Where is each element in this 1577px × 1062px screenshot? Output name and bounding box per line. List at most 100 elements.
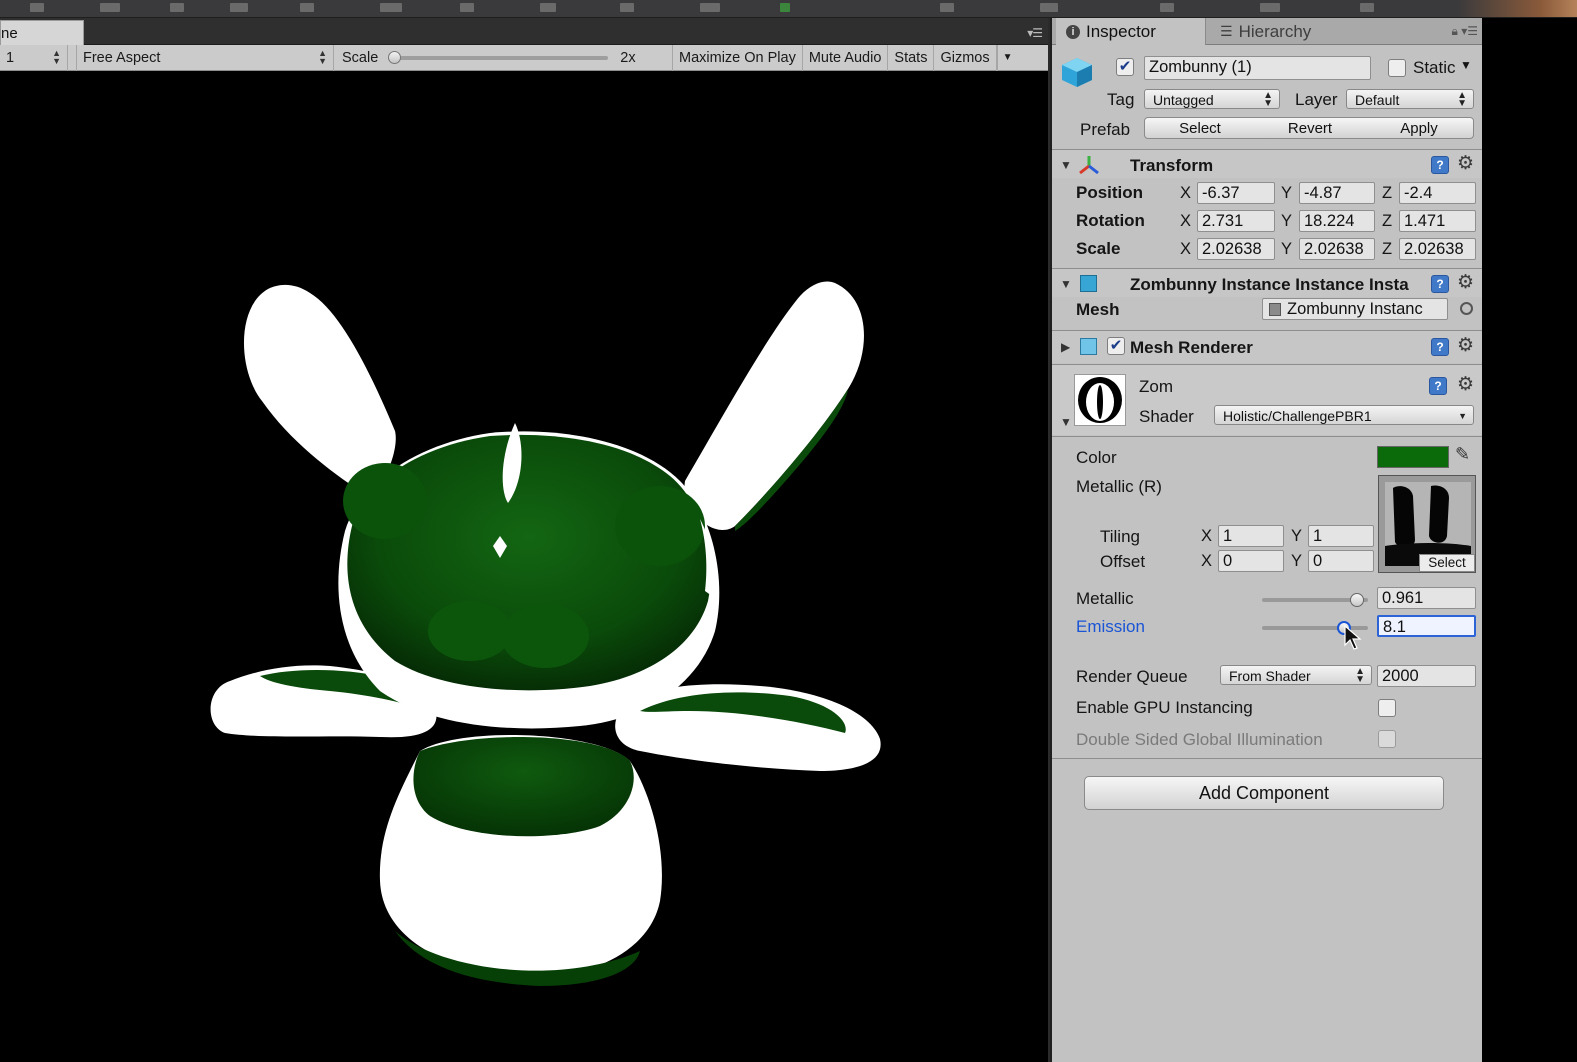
tab-game[interactable]: ne	[0, 20, 84, 45]
prefab-apply-button[interactable]: Apply	[1365, 117, 1474, 139]
list-icon: ☰	[1220, 23, 1233, 39]
mesh-object-field[interactable]: Zombunny Instanc	[1262, 298, 1448, 320]
axis-y-label: Y	[1291, 527, 1303, 545]
mesh-filter-header[interactable]: ▼ Zombunny Instance Instance Insta ? ⚙	[1052, 269, 1484, 297]
scale-label: Scale	[1076, 239, 1121, 258]
tag-dropdown[interactable]: Untagged ▲ ▼	[1144, 89, 1280, 109]
tab-menu-icon[interactable]: ▾☰	[1027, 26, 1043, 40]
tab-inspector[interactable]: i Inspector	[1056, 18, 1206, 45]
metallic-value-field[interactable]: 0.961	[1377, 587, 1476, 609]
game-viewport[interactable]	[0, 71, 1048, 1062]
axis-z-label: Z	[1382, 240, 1393, 258]
static-dropdown-icon[interactable]: ▼	[1460, 58, 1472, 72]
foldout-open-icon[interactable]: ▼	[1060, 415, 1072, 429]
axis-x-label: X	[1180, 240, 1192, 258]
layer-label: Layer	[1295, 90, 1338, 109]
axis-x-label: X	[1201, 527, 1213, 545]
help-icon[interactable]: ?	[1431, 275, 1449, 293]
tab-inspector-label: Inspector	[1086, 21, 1156, 41]
metallic-slider[interactable]	[1262, 593, 1368, 607]
scale-slider-thumb[interactable]	[388, 50, 402, 64]
emission-value-field[interactable]: 8.1	[1377, 615, 1476, 637]
object-picker-icon[interactable]	[1460, 302, 1473, 315]
tab-hierarchy-label: Hierarchy	[1238, 21, 1312, 41]
scale-slider[interactable]	[388, 50, 609, 64]
lock-icon[interactable]: 🔒︎ ▾☰	[1452, 24, 1479, 39]
rotation-z-field[interactable]: 1.471	[1399, 210, 1476, 232]
mesh-renderer-enabled-checkbox[interactable]: ✔	[1107, 337, 1125, 355]
axis-y-label: Y	[1281, 184, 1293, 202]
shader-dropdown[interactable]: Holistic/ChallengePBR1 ▼	[1214, 405, 1474, 425]
axis-z-label: Z	[1382, 212, 1393, 230]
eyedropper-icon[interactable]: ✎	[1455, 444, 1470, 465]
rotation-y-field[interactable]: 18.224	[1299, 210, 1375, 232]
help-icon[interactable]: ?	[1431, 338, 1449, 356]
dropdown-arrow-icon: ▼	[1458, 411, 1467, 421]
transform-header[interactable]: ▼ Transform ? ⚙	[1052, 150, 1484, 178]
stats-button[interactable]: Stats	[887, 44, 933, 71]
select-arrows-icon: ▲ ▼	[1355, 666, 1365, 685]
scale-x-field[interactable]: 2.02638	[1197, 238, 1275, 260]
help-icon[interactable]: ?	[1429, 377, 1447, 395]
scale-z-field[interactable]: 2.02638	[1399, 238, 1476, 260]
position-z-field[interactable]: -2.4	[1399, 182, 1476, 204]
axis-y-label: Y	[1291, 552, 1303, 570]
static-label: Static	[1413, 58, 1456, 77]
axis-x-label: X	[1180, 184, 1192, 202]
scale-value: 2x	[620, 49, 636, 66]
mute-audio-button[interactable]: Mute Audio	[801, 44, 888, 71]
mesh-filter-icon	[1080, 275, 1097, 292]
rotation-label: Rotation	[1076, 211, 1145, 230]
scale-label: Scale	[342, 49, 379, 66]
render-queue-value-field[interactable]: 2000	[1377, 665, 1476, 687]
material-header[interactable]: Zom Shader Holistic/ChallengePBR1 ▼ ? ⚙ …	[1052, 365, 1484, 435]
double-sided-gi-label: Double Sided Global Illumination	[1076, 730, 1323, 749]
mesh-renderer-header[interactable]: ▶ ✔ Mesh Renderer ? ⚙	[1052, 331, 1484, 363]
foldout-open-icon[interactable]: ▼	[1060, 158, 1072, 172]
gizmos-dropdown-icon[interactable]: ▼	[996, 44, 1018, 71]
gpu-instancing-label: Enable GPU Instancing	[1076, 698, 1253, 717]
select-arrows-icon: ▲ ▼	[318, 47, 327, 66]
separator	[1052, 436, 1484, 437]
mesh-label: Mesh	[1076, 300, 1120, 319]
tiling-x-field[interactable]: 1	[1218, 525, 1284, 547]
offset-label: Offset	[1100, 552, 1146, 571]
scale-y-field[interactable]: 2.02638	[1299, 238, 1375, 260]
layer-dropdown[interactable]: Default ▲ ▼	[1346, 89, 1474, 109]
select-arrows-icon: ▲ ▼	[52, 47, 61, 66]
metallic-texture-slot[interactable]: Select	[1378, 475, 1476, 573]
display-select[interactable]: 1 ▲ ▼	[0, 44, 68, 71]
object-name-field[interactable]: Zombunny (1)	[1144, 56, 1371, 80]
gear-icon[interactable]: ⚙	[1457, 154, 1474, 173]
double-sided-gi-checkbox[interactable]: ✔	[1378, 730, 1396, 748]
render-queue-dropdown[interactable]: From Shader ▲ ▼	[1220, 665, 1372, 685]
gear-icon[interactable]: ⚙	[1457, 375, 1474, 394]
gizmos-button[interactable]: Gizmos	[933, 44, 997, 71]
add-component-button[interactable]: Add Component	[1084, 776, 1444, 810]
position-x-field[interactable]: -6.37	[1197, 182, 1275, 204]
help-icon[interactable]: ?	[1431, 156, 1449, 174]
active-checkbox[interactable]: ✔	[1116, 58, 1134, 76]
foldout-closed-icon[interactable]: ▶	[1061, 340, 1070, 354]
maximize-on-play-button[interactable]: Maximize On Play	[672, 44, 802, 71]
tiling-y-field[interactable]: 1	[1308, 525, 1374, 547]
tab-hierarchy[interactable]: ☰ Hierarchy	[1220, 18, 1311, 45]
metallic-slider-thumb[interactable]	[1350, 593, 1364, 607]
separator	[1052, 758, 1484, 759]
rotation-x-field[interactable]: 2.731	[1197, 210, 1275, 232]
offset-x-field[interactable]: 0	[1218, 550, 1284, 572]
offset-y-field[interactable]: 0	[1308, 550, 1374, 572]
texture-select-button[interactable]: Select	[1419, 554, 1475, 572]
gear-icon[interactable]: ⚙	[1457, 273, 1474, 292]
color-swatch[interactable]	[1377, 446, 1449, 468]
gpu-instancing-checkbox[interactable]: ✔	[1378, 699, 1396, 717]
static-checkbox[interactable]: ✔	[1388, 59, 1406, 77]
position-y-field[interactable]: -4.87	[1299, 182, 1375, 204]
render-queue-label: Render Queue	[1076, 667, 1188, 686]
aspect-select[interactable]: Free Aspect ▲ ▼	[76, 44, 334, 71]
axis-z-label: Z	[1382, 184, 1393, 202]
foldout-open-icon[interactable]: ▼	[1060, 277, 1072, 291]
prefab-select-button[interactable]: Select	[1144, 117, 1256, 139]
prefab-revert-button[interactable]: Revert	[1255, 117, 1366, 139]
gear-icon[interactable]: ⚙	[1457, 336, 1474, 355]
